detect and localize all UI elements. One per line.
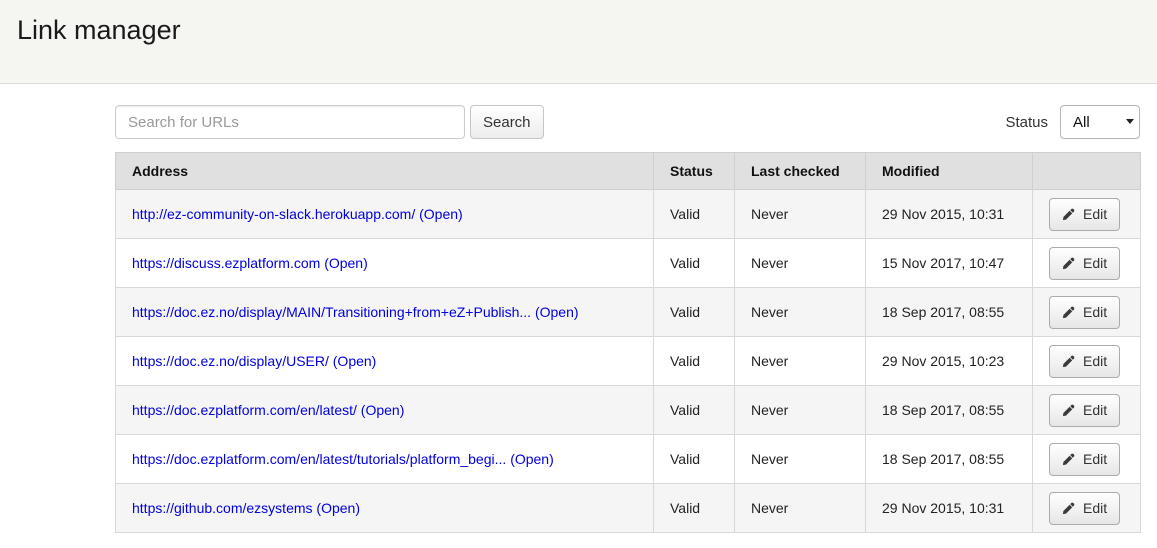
table-header-row: Address Status Last checked Modified xyxy=(116,153,1141,190)
status-cell: Valid xyxy=(654,337,735,386)
open-link[interactable]: (Open) xyxy=(419,206,463,222)
status-filter-select[interactable]: All xyxy=(1060,105,1140,139)
search-button[interactable]: Search xyxy=(470,105,544,139)
table-row: https://doc.ez.no/display/MAIN/Transitio… xyxy=(116,288,1141,337)
edit-button-label: Edit xyxy=(1083,304,1107,320)
address-cell: http://ez-community-on-slack.herokuapp.c… xyxy=(116,190,654,239)
content: Search Status All Address Status Last ch… xyxy=(115,105,1140,533)
status-cell: Valid xyxy=(654,239,735,288)
last-checked-cell: Never xyxy=(735,435,866,484)
pencil-icon xyxy=(1062,502,1075,515)
status-filter-select-wrap: All xyxy=(1060,105,1140,139)
last-checked-cell: Never xyxy=(735,386,866,435)
modified-cell: 29 Nov 2015, 10:31 xyxy=(866,484,1033,533)
address-cell: https://github.com/ezsystems (Open) xyxy=(116,484,654,533)
modified-cell: 29 Nov 2015, 10:31 xyxy=(866,190,1033,239)
page-header: Link manager xyxy=(0,0,1157,84)
table-row: http://ez-community-on-slack.herokuapp.c… xyxy=(116,190,1141,239)
last-checked-cell: Never xyxy=(735,288,866,337)
column-header-address: Address xyxy=(116,153,654,190)
address-cell: https://doc.ez.no/display/MAIN/Transitio… xyxy=(116,288,654,337)
table-row: https://discuss.ezplatform.com (Open) Va… xyxy=(116,239,1141,288)
edit-button[interactable]: Edit xyxy=(1049,345,1120,378)
status-filter-label: Status xyxy=(1005,114,1048,131)
address-link[interactable]: https://doc.ez.no/display/MAIN/Transitio… xyxy=(132,304,531,320)
address-link[interactable]: https://discuss.ezplatform.com xyxy=(132,255,320,271)
open-link[interactable]: (Open) xyxy=(333,353,377,369)
pencil-icon xyxy=(1062,404,1075,417)
address-cell: https://doc.ezplatform.com/en/latest/ (O… xyxy=(116,386,654,435)
open-link[interactable]: (Open) xyxy=(324,255,368,271)
edit-button[interactable]: Edit xyxy=(1049,198,1120,231)
edit-button-label: Edit xyxy=(1083,206,1107,222)
edit-button-label: Edit xyxy=(1083,255,1107,271)
table-row: https://doc.ez.no/display/USER/ (Open) V… xyxy=(116,337,1141,386)
pencil-icon xyxy=(1062,453,1075,466)
open-link[interactable]: (Open) xyxy=(535,304,579,320)
address-link[interactable]: https://doc.ez.no/display/USER/ xyxy=(132,353,329,369)
actions-cell: Edit xyxy=(1033,288,1141,337)
edit-button-label: Edit xyxy=(1083,500,1107,516)
status-cell: Valid xyxy=(654,435,735,484)
edit-button-label: Edit xyxy=(1083,353,1107,369)
address-link[interactable]: http://ez-community-on-slack.herokuapp.c… xyxy=(132,206,415,222)
edit-button[interactable]: Edit xyxy=(1049,296,1120,329)
status-cell: Valid xyxy=(654,190,735,239)
table-row: https://doc.ezplatform.com/en/latest/ (O… xyxy=(116,386,1141,435)
address-link[interactable]: https://doc.ezplatform.com/en/latest/ xyxy=(132,402,357,418)
edit-button-label: Edit xyxy=(1083,402,1107,418)
edit-button-label: Edit xyxy=(1083,451,1107,467)
address-cell: https://doc.ez.no/display/USER/ (Open) xyxy=(116,337,654,386)
address-cell: https://doc.ezplatform.com/en/latest/tut… xyxy=(116,435,654,484)
last-checked-cell: Never xyxy=(735,190,866,239)
table-row: https://github.com/ezsystems (Open) Vali… xyxy=(116,484,1141,533)
open-link[interactable]: (Open) xyxy=(316,500,360,516)
pencil-icon xyxy=(1062,257,1075,270)
actions-cell: Edit xyxy=(1033,239,1141,288)
search-input[interactable] xyxy=(115,105,465,139)
modified-cell: 18 Sep 2017, 08:55 xyxy=(866,386,1033,435)
column-header-status: Status xyxy=(654,153,735,190)
open-link[interactable]: (Open) xyxy=(510,451,554,467)
last-checked-cell: Never xyxy=(735,484,866,533)
edit-button[interactable]: Edit xyxy=(1049,492,1120,525)
modified-cell: 18 Sep 2017, 08:55 xyxy=(866,288,1033,337)
edit-button[interactable]: Edit xyxy=(1049,394,1120,427)
pencil-icon xyxy=(1062,306,1075,319)
actions-cell: Edit xyxy=(1033,337,1141,386)
actions-cell: Edit xyxy=(1033,386,1141,435)
page-title: Link manager xyxy=(17,15,1157,46)
actions-cell: Edit xyxy=(1033,484,1141,533)
last-checked-cell: Never xyxy=(735,337,866,386)
edit-button[interactable]: Edit xyxy=(1049,443,1120,476)
table-row: https://doc.ezplatform.com/en/latest/tut… xyxy=(116,435,1141,484)
modified-cell: 18 Sep 2017, 08:55 xyxy=(866,435,1033,484)
last-checked-cell: Never xyxy=(735,239,866,288)
modified-cell: 15 Nov 2017, 10:47 xyxy=(866,239,1033,288)
address-link[interactable]: https://github.com/ezsystems xyxy=(132,500,313,516)
pencil-icon xyxy=(1062,208,1075,221)
table-body: http://ez-community-on-slack.herokuapp.c… xyxy=(116,190,1141,533)
column-header-modified: Modified xyxy=(866,153,1033,190)
modified-cell: 29 Nov 2015, 10:23 xyxy=(866,337,1033,386)
pencil-icon xyxy=(1062,355,1075,368)
links-table: Address Status Last checked Modified htt… xyxy=(115,152,1141,533)
open-link[interactable]: (Open) xyxy=(361,402,405,418)
status-cell: Valid xyxy=(654,484,735,533)
status-cell: Valid xyxy=(654,386,735,435)
address-link[interactable]: https://doc.ezplatform.com/en/latest/tut… xyxy=(132,451,506,467)
column-header-last-checked: Last checked xyxy=(735,153,866,190)
actions-cell: Edit xyxy=(1033,190,1141,239)
toolbar: Search Status All xyxy=(115,105,1140,139)
edit-button[interactable]: Edit xyxy=(1049,247,1120,280)
column-header-actions xyxy=(1033,153,1141,190)
status-cell: Valid xyxy=(654,288,735,337)
address-cell: https://discuss.ezplatform.com (Open) xyxy=(116,239,654,288)
actions-cell: Edit xyxy=(1033,435,1141,484)
